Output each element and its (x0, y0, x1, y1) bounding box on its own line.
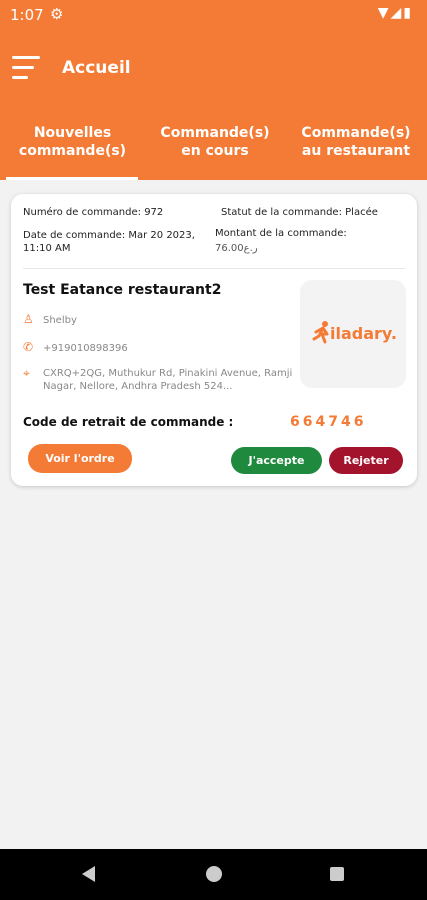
recent-apps-icon[interactable] (330, 867, 344, 881)
order-card: Numéro de commande: 972 Statut de la com… (11, 194, 417, 486)
battery-icon: ▮ (403, 5, 413, 21)
tab-orders-in-progress[interactable]: Commande(s) en cours (145, 124, 285, 160)
order-status: Statut de la commande: Placée (221, 207, 378, 218)
reject-button[interactable]: Rejeter (329, 447, 403, 474)
customer-name: Shelby (43, 315, 77, 326)
system-nav-bar (0, 849, 427, 900)
app-header: 1:07 ⚙ ▼◢▮ Accueil Nouvelles commande(s)… (0, 0, 427, 180)
location-pin-icon: ⌖ (23, 366, 30, 380)
tab-new-orders[interactable]: Nouvelles commande(s) (0, 124, 145, 160)
back-icon[interactable] (82, 866, 95, 882)
gear-icon: ⚙ (50, 5, 64, 23)
customer-phone-row: ✆ +919010898396 (23, 340, 128, 354)
customer-address-row: ⌖ CXRQ+2QG, Muthukur Rd, Pinakini Avenue,… (23, 367, 303, 393)
customer-name-row: ♙ Shelby (23, 312, 77, 326)
tab-orders-at-restaurant[interactable]: Commande(s) au restaurant (285, 124, 427, 160)
signal-icon: ◢ (390, 5, 404, 21)
status-time: 1:07 (10, 6, 44, 24)
order-amount: ر.ع76.00 (215, 243, 258, 254)
home-icon[interactable] (206, 866, 222, 882)
restaurant-name: Test Eatance restaurant2 (23, 282, 222, 298)
status-bar: 1:07 ⚙ ▼◢▮ (0, 0, 427, 30)
person-icon: ♙ (23, 312, 34, 326)
hamburger-menu-icon[interactable] (12, 56, 40, 82)
accept-button[interactable]: J'accepte (231, 447, 322, 474)
customer-address: CXRQ+2QG, Muthukur Rd, Pinakini Avenue, … (43, 368, 293, 392)
order-amount-label: Montant de la commande: (215, 228, 347, 239)
order-number: Numéro de commande: 972 (23, 207, 164, 218)
pickup-code: 664746 (290, 414, 367, 430)
page-title: Accueil (62, 58, 131, 78)
wifi-icon: ▼ (377, 5, 391, 21)
phone-icon: ✆ (23, 340, 34, 354)
view-order-button[interactable]: Voir l'ordre (28, 444, 132, 473)
divider (23, 268, 405, 269)
pickup-code-label: Code de retrait de commande : (23, 415, 234, 429)
active-tab-indicator (6, 177, 138, 180)
restaurant-logo: iladary. (300, 280, 406, 388)
tab-bar: Nouvelles commande(s) Commande(s) en cou… (0, 120, 427, 180)
order-date: Date de commande: Mar 20 2023, 11:10 AM (23, 230, 195, 254)
customer-phone: +919010898396 (43, 343, 128, 354)
runner-logo-icon (312, 321, 329, 344)
logo-text: iladary. (330, 324, 397, 343)
